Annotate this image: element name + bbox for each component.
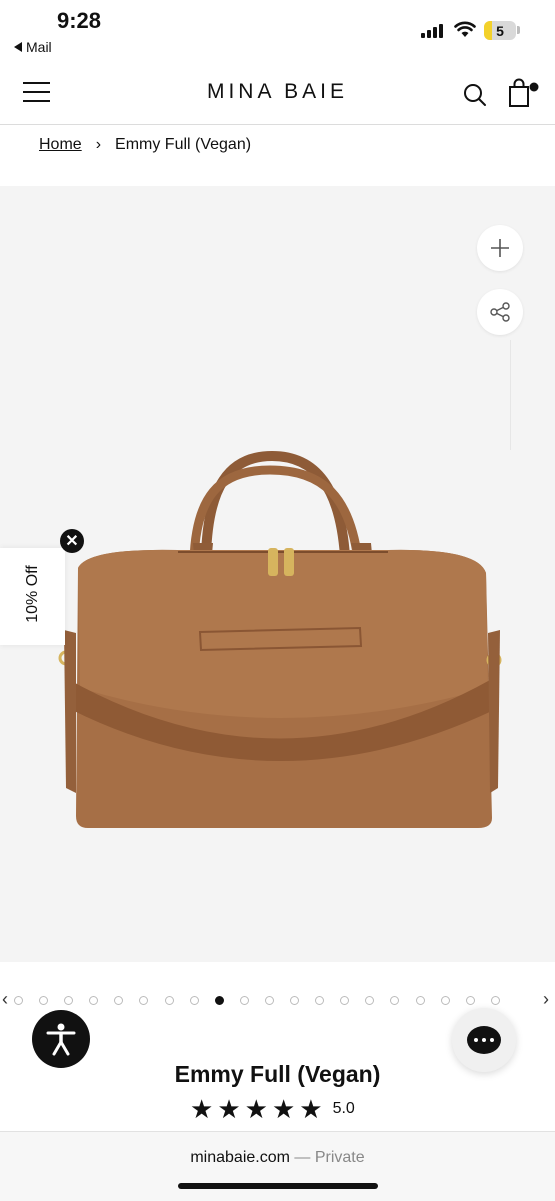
- pagination-dot[interactable]: [114, 996, 124, 1005]
- pagination-dot[interactable]: [390, 996, 400, 1005]
- discount-label[interactable]: 10% Off: [24, 547, 42, 641]
- star-icon: ★: [190, 1094, 214, 1124]
- breadcrumb-current: Emmy Full (Vegan): [115, 136, 252, 153]
- chat-icon: [467, 1026, 501, 1054]
- star-icon: ★: [271, 1094, 296, 1124]
- divider: [510, 340, 511, 450]
- pagination-dot[interactable]: [490, 996, 500, 1005]
- battery-level: 5: [496, 22, 504, 39]
- status-time: 9:28: [57, 8, 102, 33]
- pagination-dot[interactable]: [89, 996, 99, 1005]
- product-title: Emmy Full (Vegan): [174, 1061, 381, 1087]
- pagination-dot[interactable]: [415, 996, 425, 1005]
- pagination-dot[interactable]: [39, 996, 49, 1005]
- pagination-dot[interactable]: [14, 996, 23, 1005]
- pagination-dot[interactable]: [239, 996, 249, 1005]
- gallery-pagination: ‹ ›: [0, 989, 555, 1012]
- pagination-dot[interactable]: [365, 996, 375, 1005]
- zoom-button[interactable]: [477, 225, 523, 271]
- star-icon: ★: [244, 1094, 268, 1124]
- battery-indicator: 5: [484, 21, 516, 40]
- battery-tip: [517, 26, 520, 34]
- signal-icon: [421, 22, 445, 38]
- browser-url[interactable]: minabaie.com — Private: [0, 1149, 555, 1167]
- back-to-mail[interactable]: Mail: [14, 39, 52, 55]
- star-icon: ★: [217, 1094, 241, 1124]
- breadcrumb: Home › Emmy Full (Vegan): [39, 136, 251, 154]
- pagination-dot[interactable]: [189, 996, 199, 1005]
- product-image: [58, 450, 502, 828]
- cart-icon[interactable]: [507, 78, 541, 108]
- back-label: Mail: [26, 39, 52, 55]
- pagination-dot[interactable]: [315, 996, 325, 1005]
- pagination-dot[interactable]: [440, 996, 450, 1005]
- pagination-dot[interactable]: [264, 996, 274, 1005]
- pagination-dots: [14, 996, 516, 1005]
- chevron-left-icon[interactable]: ‹: [2, 989, 8, 1010]
- private-label: — Private: [294, 1149, 365, 1166]
- pagination-dot[interactable]: [214, 996, 224, 1005]
- share-button[interactable]: [477, 289, 523, 335]
- url-domain: minabaie.com: [190, 1149, 290, 1166]
- home-indicator[interactable]: [178, 1183, 378, 1189]
- pagination-dot[interactable]: [340, 996, 350, 1005]
- search-icon[interactable]: [463, 83, 487, 107]
- accessibility-button[interactable]: [32, 1010, 90, 1068]
- back-arrow-icon: [14, 42, 22, 52]
- pagination-dot[interactable]: [164, 996, 174, 1005]
- chevron-right-icon: ›: [95, 136, 102, 153]
- pagination-dot[interactable]: [465, 996, 475, 1005]
- close-icon[interactable]: ✕: [60, 529, 84, 553]
- chevron-right-icon[interactable]: ›: [543, 989, 549, 1010]
- star-icon: ★: [299, 1094, 323, 1124]
- pagination-dot[interactable]: [139, 996, 149, 1005]
- breadcrumb-home-link[interactable]: Home: [39, 136, 82, 154]
- wifi-icon: [454, 21, 476, 37]
- pagination-dot[interactable]: [290, 996, 300, 1005]
- product-rating[interactable]: ★ ★ ★ ★ ★ 5.0: [190, 1094, 355, 1124]
- accessibility-icon: [46, 1023, 76, 1056]
- plus-icon: [491, 239, 509, 257]
- pagination-dot[interactable]: [64, 996, 74, 1005]
- rating-value: 5.0: [332, 1100, 355, 1117]
- share-icon: [490, 302, 510, 322]
